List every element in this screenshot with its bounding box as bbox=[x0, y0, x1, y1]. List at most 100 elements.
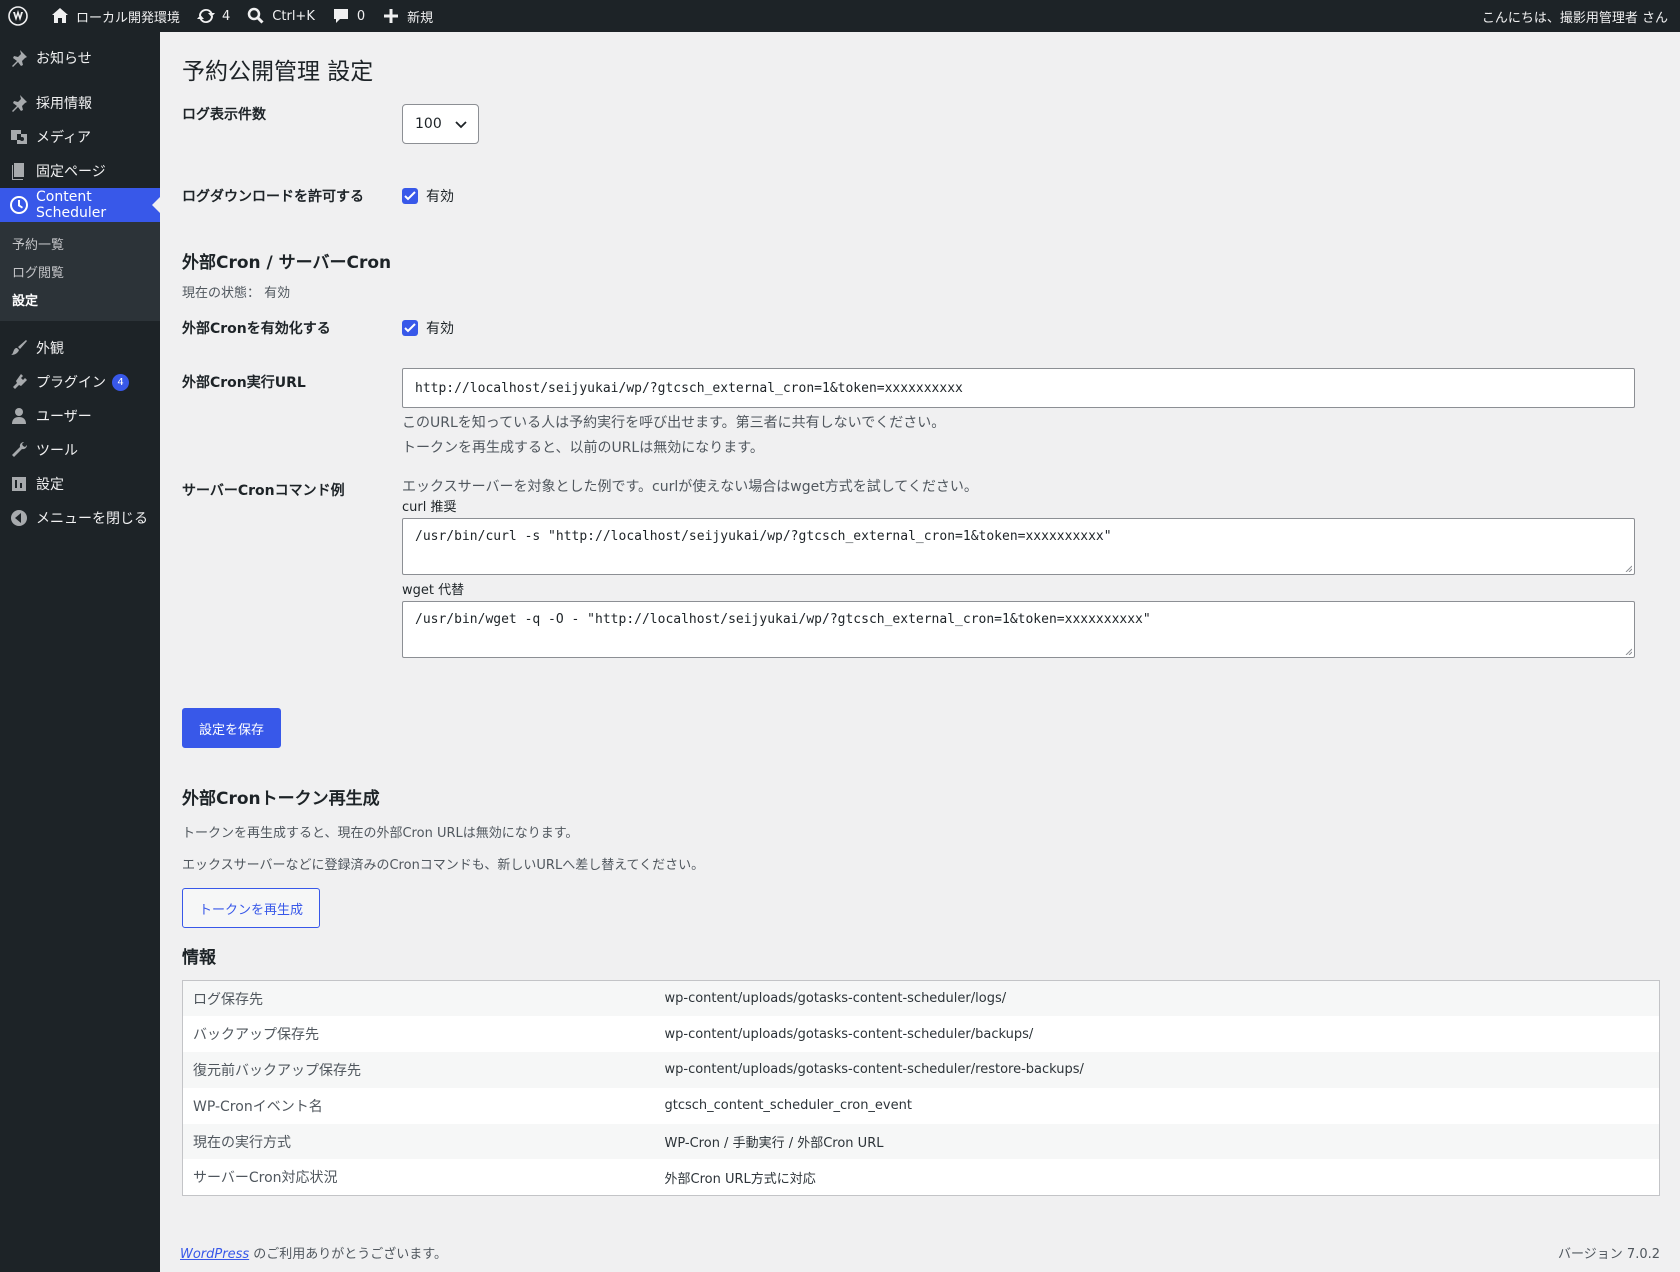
token-regen-title: 外部Cronトークン再生成 bbox=[182, 789, 380, 809]
ext-cron-enable-checkbox[interactable]: 有効 bbox=[402, 318, 454, 338]
check-icon bbox=[404, 323, 416, 333]
log-download-checkbox[interactable]: 有効 bbox=[402, 186, 454, 206]
menu-label: 採用情報 bbox=[36, 96, 92, 112]
menu-label: 外観 bbox=[36, 341, 64, 357]
menu-label: お知らせ bbox=[36, 51, 92, 67]
page-icon bbox=[12, 163, 24, 180]
resize-grip-icon[interactable] bbox=[1624, 564, 1632, 572]
resize-grip-icon[interactable] bbox=[1624, 647, 1632, 655]
row-server-cron: サーバーCronコマンド例 エックスサーバーを対象とした例です。curlが使えな… bbox=[182, 476, 1660, 676]
home-icon bbox=[52, 8, 68, 23]
page-title: 予約公開管理 設定 bbox=[182, 59, 374, 85]
regenerate-token-button[interactable]: トークンを再生成 bbox=[182, 888, 321, 928]
row-log-count: ログ表示件数 100 bbox=[182, 92, 1660, 162]
menu-item-users[interactable]: ユーザー bbox=[0, 399, 160, 433]
table-row: 復元前バックアップ保存先 wp-content/uploads/gotasks-c… bbox=[182, 1052, 1660, 1088]
menu-item-news[interactable]: お知らせ bbox=[0, 41, 160, 75]
version-text: バージョン 7.0.2 bbox=[1558, 1247, 1660, 1262]
menu-label: メディア bbox=[36, 130, 92, 146]
comments-menu[interactable]: 0 bbox=[323, 0, 373, 32]
info-value: wp-content/uploads/gotasks-content-sched… bbox=[654, 980, 1660, 1017]
curl-command: /usr/bin/curl -s "http://localhost/seijy… bbox=[415, 529, 1112, 544]
clock-icon bbox=[10, 196, 28, 214]
info-key: ログ保存先 bbox=[182, 980, 655, 1017]
footer-thanks: WordPress のご利用ありがとうございます。 bbox=[180, 1247, 447, 1262]
settings-icon bbox=[12, 477, 26, 491]
check-icon bbox=[404, 191, 416, 201]
info-key: 現在の実行方式 bbox=[182, 1123, 655, 1160]
current-status: 現在の状態： 有効 bbox=[182, 286, 291, 301]
submenu-item-log-view[interactable]: ログ閲覧 bbox=[0, 257, 160, 285]
chevron-down-icon bbox=[455, 121, 467, 129]
user-icon bbox=[12, 408, 26, 424]
table-row: サーバーCron対応状況 外部Cron URL方式に対応 bbox=[183, 1159, 1660, 1195]
plus-icon bbox=[384, 9, 399, 23]
info-value: gtcsch_content_scheduler_cron_event bbox=[664, 1098, 912, 1114]
table-row: ログ保存先 wp-content/uploads/gotasks-content-… bbox=[182, 980, 1660, 1017]
wrench-icon bbox=[12, 441, 28, 457]
search-icon bbox=[248, 7, 264, 24]
menu-item-plugins[interactable]: プラグイン 4 bbox=[0, 365, 160, 399]
curl-label: curl 推奨 bbox=[402, 500, 457, 515]
server-cron-description: エックスサーバーを対象とした例です。curlが使えない場合はwget方式を試して… bbox=[402, 479, 978, 495]
menu-label: メニューを閉じる bbox=[36, 511, 148, 527]
ext-cron-enable-label: 外部Cronを有効化する bbox=[182, 321, 331, 337]
server-cron-label: サーバーCronコマンド例 bbox=[182, 483, 345, 499]
checkbox-label: 有効 bbox=[426, 321, 454, 337]
menu-item-pages[interactable]: 固定ページ bbox=[0, 154, 160, 188]
wordpress-link[interactable]: WordPress bbox=[180, 1247, 249, 1262]
plugin-icon bbox=[13, 374, 27, 389]
url-description-2: トークンを再生成すると、以前のURLは無効になります。 bbox=[402, 440, 764, 456]
greeting: こんにちは、撮影用管理者 さん bbox=[1481, 10, 1668, 26]
search-menu[interactable]: Ctrl+K bbox=[238, 0, 323, 32]
regen-description-1: トークンを再生成すると、現在の外部Cron URLは無効になります。 bbox=[182, 826, 579, 841]
ext-cron-url-input[interactable]: http://localhost/seijyukai/wp/?gtcsch_ex… bbox=[402, 368, 1635, 408]
my-account-menu[interactable]: こんにちは、撮影用管理者 さん bbox=[1474, 0, 1680, 32]
row-ext-cron-url: 外部Cron実行URL http://localhost/seijyukai/w… bbox=[182, 356, 1660, 476]
menu-item-recruit[interactable]: 採用情報 bbox=[0, 86, 160, 120]
info-table: ログ保存先 wp-content/uploads/gotasks-content-… bbox=[182, 980, 1660, 1196]
new-label: 新規 bbox=[407, 10, 434, 26]
admin-sidebar: お知らせ 採用情報 メディア 固定ページ Content Scheduler 予… bbox=[0, 32, 160, 1272]
wget-command-textarea[interactable]: /usr/bin/wget -q -O - "http://localhost/… bbox=[402, 601, 1635, 658]
menu-item-content-scheduler[interactable]: Content Scheduler bbox=[0, 188, 160, 222]
menu-label: プラグイン bbox=[36, 375, 106, 391]
updates-menu[interactable]: 4 bbox=[188, 0, 238, 32]
wget-label: wget 代替 bbox=[402, 583, 465, 598]
comment-icon bbox=[333, 9, 348, 23]
cron-section-title: 外部Cron / サーバーCron bbox=[182, 253, 392, 273]
checkbox-checked[interactable] bbox=[402, 320, 418, 336]
search-shortcut: Ctrl+K bbox=[272, 8, 315, 24]
save-settings-button[interactable]: 設定を保存 bbox=[182, 708, 282, 748]
menu-label: 設定 bbox=[36, 477, 64, 493]
curl-command-textarea[interactable]: /usr/bin/curl -s "http://localhost/seijy… bbox=[402, 518, 1635, 575]
plugins-update-badge: 4 bbox=[112, 373, 129, 391]
collapse-icon bbox=[11, 510, 27, 526]
info-key: サーバーCron対応状況 bbox=[193, 1170, 338, 1187]
submenu-item-schedule-list[interactable]: 予約一覧 bbox=[0, 229, 160, 257]
info-value: 外部Cron URL方式に対応 bbox=[664, 1171, 816, 1187]
menu-item-appearance[interactable]: 外観 bbox=[0, 331, 160, 365]
site-name-menu[interactable]: ローカル開発環境 bbox=[42, 0, 188, 32]
brush-icon bbox=[11, 340, 27, 355]
checkbox-checked[interactable] bbox=[402, 188, 418, 204]
info-key: バックアップ保存先 bbox=[193, 1027, 319, 1044]
ext-cron-url-label: 外部Cron実行URL bbox=[182, 375, 306, 391]
table-row: バックアップ保存先 wp-content/uploads/gotasks-cont… bbox=[183, 1016, 1660, 1052]
submenu-item-settings[interactable]: 設定 bbox=[0, 285, 160, 313]
log-count-label: ログ表示件数 bbox=[182, 107, 266, 123]
menu-item-tools[interactable]: ツール bbox=[0, 433, 160, 467]
wp-logo-menu[interactable] bbox=[0, 0, 42, 32]
new-content-menu[interactable]: 新規 bbox=[373, 0, 441, 32]
updates-icon bbox=[197, 9, 216, 23]
menu-item-media[interactable]: メディア bbox=[0, 120, 160, 154]
menu-item-settings[interactable]: 設定 bbox=[0, 467, 160, 501]
row-ext-cron-enable: 外部Cronを有効化する 有効 bbox=[182, 306, 1660, 356]
log-count-select-wrap: 100 bbox=[402, 104, 479, 144]
main-content: 予約公開管理 設定 ログ表示件数 100 ログダウンロードを許可する 有効 外部… bbox=[182, 32, 1660, 1196]
menu-item-collapse[interactable]: メニューを閉じる bbox=[0, 501, 160, 535]
info-key: WP-Cronイベント名 bbox=[193, 1098, 323, 1115]
wordpress-logo-icon bbox=[8, 6, 28, 26]
footer: WordPress のご利用ありがとうございます。 バージョン 7.0.2 bbox=[180, 1243, 1660, 1262]
checkbox-label: 有効 bbox=[426, 189, 454, 205]
